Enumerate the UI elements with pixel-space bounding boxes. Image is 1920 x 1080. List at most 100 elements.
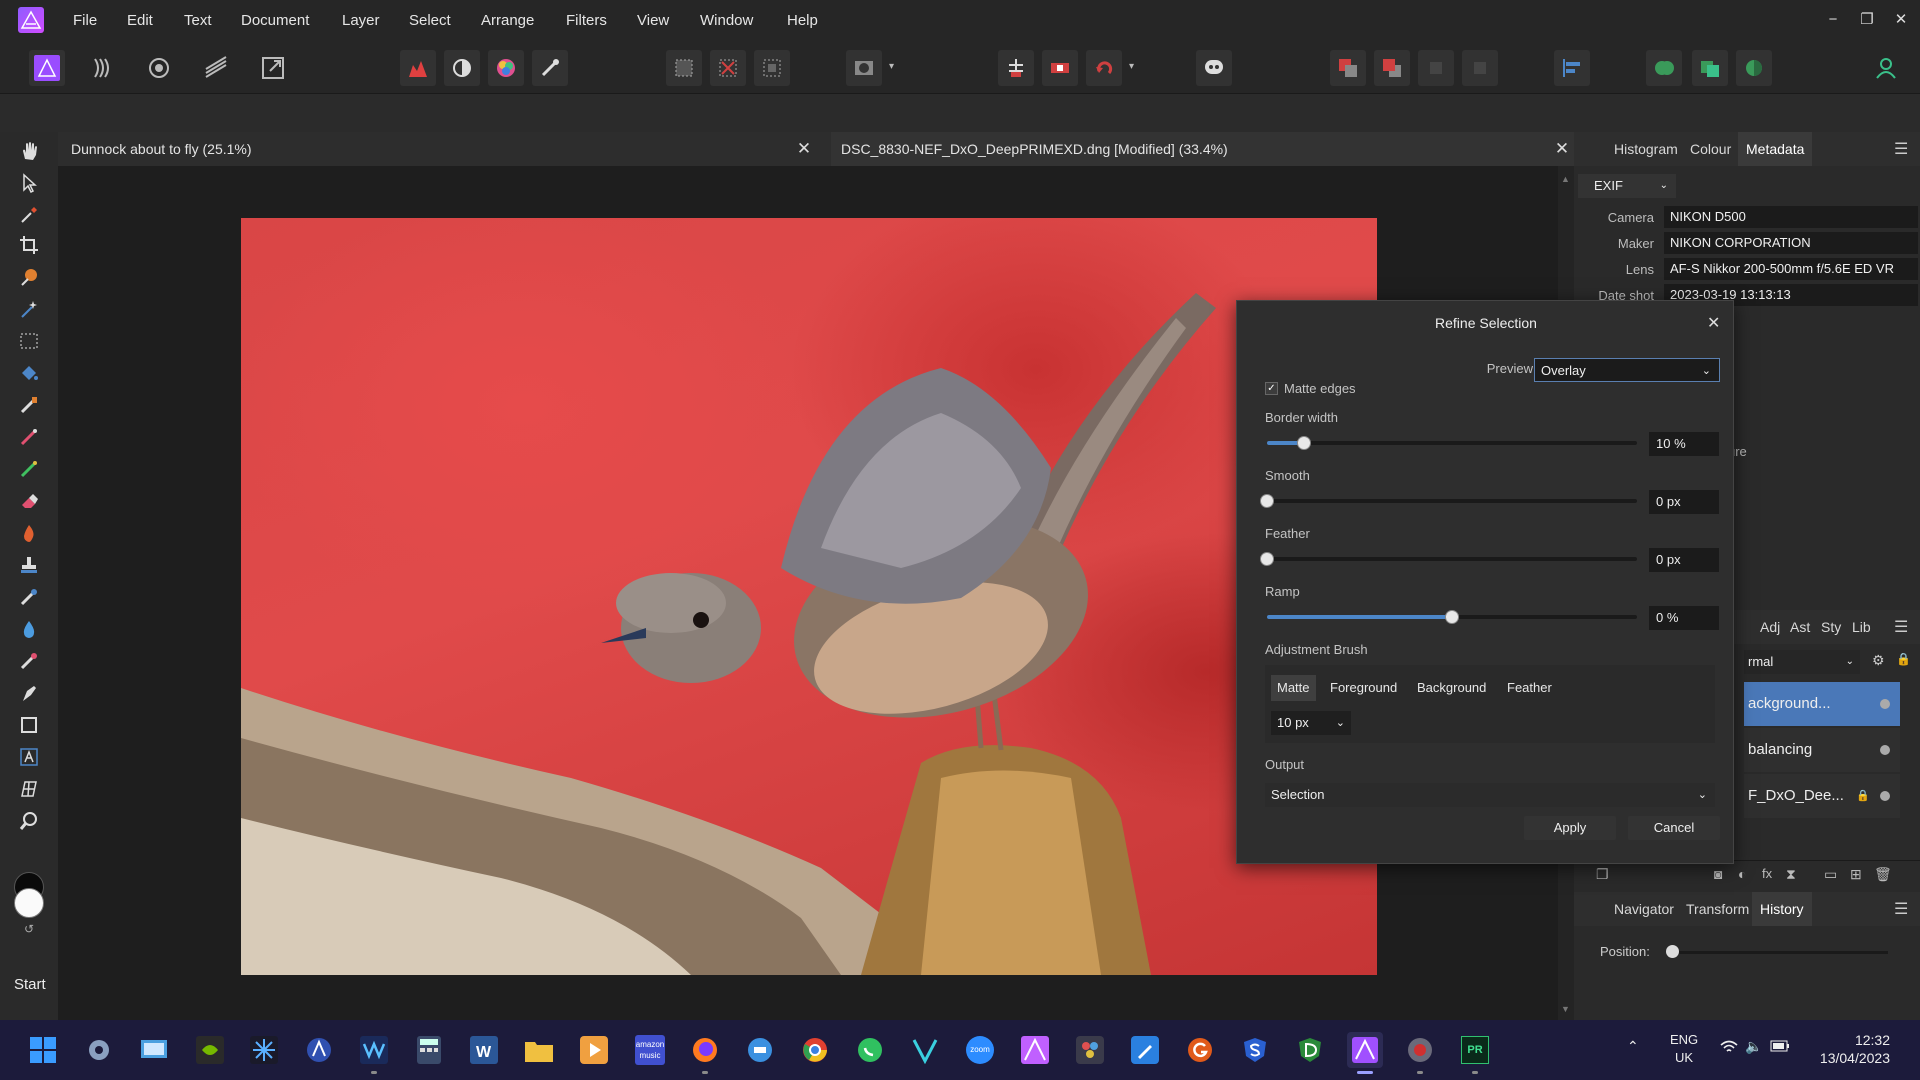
select-all-icon[interactable] [666,50,702,86]
feather-value[interactable]: 0 px [1649,548,1719,572]
history-position-thumb[interactable] [1666,945,1679,958]
clock[interactable]: 12:32 13/04/2023 [1810,1031,1890,1067]
export-persona-icon[interactable] [255,50,291,86]
burn-tool-icon[interactable] [15,520,43,546]
tab-styles[interactable]: Sty [1821,610,1841,644]
layer-visibility-icon[interactable] [1880,745,1890,755]
show-hidden-icons-icon[interactable]: ⌃ [1627,1038,1639,1055]
brush-mode-feather[interactable]: Feather [1501,675,1558,701]
gradient-tool-icon[interactable] [15,392,43,418]
menu-text[interactable]: Text [184,0,212,42]
secondary-colour-swatch[interactable] [14,888,44,918]
control-panel-icon[interactable] [136,1032,172,1068]
menu-document[interactable]: Document [241,0,309,42]
wifi-icon[interactable] [1720,1039,1738,1055]
flood-fill-tool-icon[interactable] [15,360,43,386]
word-icon[interactable]: W [466,1032,502,1068]
tab-history[interactable]: History [1752,892,1812,926]
tab-dsc-8830[interactable]: DSC_8830-NEF_DxO_DeepPRIMEXD.dng [Modifi… [831,132,1627,166]
menu-file[interactable]: File [73,0,97,42]
tab-dunnock[interactable]: Dunnock about to fly (25.1%) [71,132,252,166]
dialog-close-icon[interactable]: ✕ [1707,313,1720,333]
layer-settings-gear-icon[interactable]: ⚙ [1872,652,1885,669]
preview-dropdown[interactable]: Overlay ⌄ [1534,358,1720,382]
settings-icon[interactable] [81,1032,117,1068]
top-panel-menu-icon[interactable]: ☰ [1894,139,1908,159]
layer-row-background[interactable]: ackground... [1744,682,1900,726]
meta-value-maker[interactable]: NIKON CORPORATION [1664,232,1918,254]
pen-icon[interactable] [1127,1032,1163,1068]
add-shape-icon[interactable] [1646,50,1682,86]
cancel-button[interactable]: Cancel [1628,816,1720,840]
layers-stack-icon[interactable]: ❐ [1596,866,1609,883]
hourglass-icon[interactable]: ⧗ [1786,866,1796,883]
whatsapp-icon[interactable] [852,1032,888,1068]
apply-button[interactable]: Apply [1524,816,1616,840]
intersect-shape-icon[interactable] [1736,50,1772,86]
mesh-warp-tool-icon[interactable] [15,776,43,802]
deselect-icon[interactable] [710,50,746,86]
language-indicator[interactable]: ENG UK [1670,1031,1698,1067]
affinity-photo-icon[interactable] [1347,1032,1383,1074]
feather-slider-track[interactable] [1267,557,1637,561]
auto-colour-icon[interactable] [488,50,524,86]
text-tool-icon[interactable] [15,744,43,770]
levels-icon[interactable] [400,50,436,86]
messenger-icon[interactable] [742,1032,778,1068]
tab-colour[interactable]: Colour [1690,132,1731,166]
marquee-tool-icon[interactable] [15,328,43,354]
tab-transform[interactable]: Transform [1686,892,1749,926]
clone-brush-tool-icon[interactable] [15,552,43,578]
snapping-icon[interactable] [998,50,1034,86]
rectangle-tool-icon[interactable] [15,712,43,738]
subtract-shape-icon[interactable] [1692,50,1728,86]
history-position-track[interactable] [1670,951,1888,954]
quick-mask-icon[interactable] [846,50,882,86]
smudge-brush-tool-icon[interactable] [15,584,43,610]
move-forward-one-icon[interactable] [1418,50,1454,86]
meta-value-lens[interactable]: AF-S Nikkor 200-500mm f/5.6E ED VR [1664,258,1918,280]
affinity-icon[interactable] [301,1032,337,1068]
tab-metadata[interactable]: Metadata [1738,132,1813,166]
nvidia-icon[interactable] [192,1032,228,1068]
colour-replacement-tool-icon[interactable] [15,456,43,482]
layer-visibility-icon[interactable] [1880,699,1890,709]
dxo-icon[interactable] [1292,1032,1328,1068]
explorer-icon[interactable] [521,1032,557,1068]
blend-mode-dropdown[interactable]: rmal ⌄ [1744,650,1860,674]
layer-row-dxo[interactable]: F_DxO_Dee... 🔒 [1744,774,1900,818]
menu-arrange[interactable]: Arrange [481,0,534,42]
tab-assets[interactable]: Ast [1790,610,1810,644]
border-width-slider-track[interactable] [1267,441,1637,445]
selection-brush-tool-icon[interactable] [15,264,43,290]
firefox-icon[interactable] [687,1032,723,1074]
tab-library[interactable]: Lib [1852,610,1871,644]
premiere-icon[interactable]: PR [1457,1032,1493,1074]
affinity-designer-icon[interactable] [1017,1032,1053,1068]
matte-edges-checkbox[interactable]: ✓ [1265,382,1278,395]
develop-persona-icon[interactable] [141,50,177,86]
invert-selection-icon[interactable] [754,50,790,86]
zoom-icon[interactable]: zoom [962,1032,998,1068]
move-to-front-icon[interactable] [1462,50,1498,86]
close-window-button[interactable]: ✕ [1886,6,1916,34]
new-layer-icon[interactable]: ⊞ [1850,866,1862,883]
davinci-icon[interactable] [246,1032,282,1068]
account-icon[interactable] [1868,50,1904,86]
colour-picker-tool-icon[interactable] [15,202,43,228]
menu-edit[interactable]: Edit [127,0,153,42]
restore-button[interactable]: ❐ [1852,6,1882,34]
move-back-one-icon[interactable] [1374,50,1410,86]
smooth-slider-track[interactable] [1267,499,1637,503]
blur-brush-tool-icon[interactable] [15,616,43,642]
undo-history-icon[interactable] [1086,50,1122,86]
assistant-icon[interactable] [1196,50,1232,86]
group-folder-icon[interactable]: ▭ [1824,866,1837,883]
layer-row-balancing[interactable]: balancing [1744,728,1900,772]
move-tool-icon[interactable] [15,170,43,196]
tone-mapping-persona-icon[interactable] [198,50,234,86]
layer-lock-icon[interactable]: 🔒 [1856,774,1870,818]
start-label[interactable]: Start [14,976,46,993]
exif-dropdown[interactable]: EXIF ⌄ [1578,174,1676,198]
calculator-icon[interactable] [411,1032,447,1068]
